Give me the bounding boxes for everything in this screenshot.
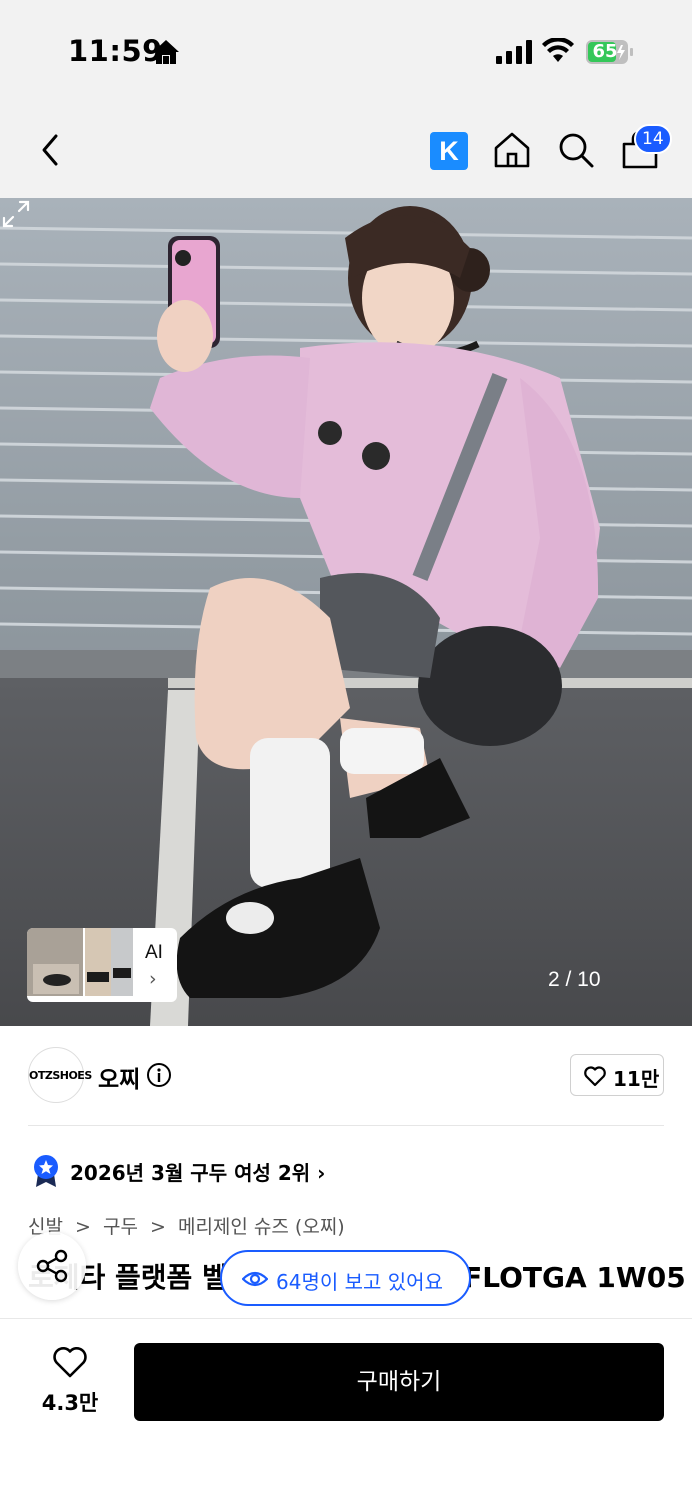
- chevron-right-icon: ›: [149, 968, 157, 990]
- ai-styling-thumbnail[interactable]: AI ›: [27, 928, 177, 1002]
- ranking-text: 2026년 3월 구두 여성 2위 ›: [70, 1161, 326, 1185]
- signal-icon: [496, 40, 532, 64]
- home-icon[interactable]: [492, 130, 532, 170]
- brand-wish-count: 11만: [613, 1067, 660, 1091]
- share-button[interactable]: [18, 1232, 86, 1300]
- cart-count-badge: 14: [634, 124, 672, 154]
- brand-row: OTZSHOES 오찌 11만: [0, 1026, 692, 1126]
- search-icon[interactable]: [556, 130, 596, 170]
- breadcrumb-separator: >: [150, 1216, 166, 1238]
- eye-icon: [242, 1271, 268, 1287]
- breadcrumb-item-dress-shoes[interactable]: 구두: [103, 1216, 138, 1238]
- info-icon[interactable]: [146, 1062, 172, 1088]
- kakao-k-button[interactable]: K: [430, 132, 468, 170]
- wifi-icon: [542, 38, 574, 62]
- back-arrow-icon[interactable]: [30, 130, 70, 170]
- status-time: 11:59: [68, 34, 163, 68]
- heart-icon: [53, 1347, 87, 1378]
- brand-logo[interactable]: OTZSHOES: [28, 1047, 92, 1103]
- breadcrumb-separator: >: [75, 1216, 91, 1238]
- like-button[interactable]: 4.3만: [30, 1345, 110, 1415]
- ai-thumbnail-image: [27, 928, 133, 996]
- product-image-carousel[interactable]: AI › 2 / 10: [0, 198, 692, 1026]
- live-viewers-badge: 64명이 보고 있어요: [220, 1250, 471, 1306]
- brand-wish-button[interactable]: 11만: [570, 1054, 664, 1096]
- product-photo: [0, 198, 692, 1026]
- image-page-indicator: 2 / 10: [548, 968, 601, 991]
- breadcrumb: 신발 > 구두 > 메리제인 슈즈 (오찌): [28, 1212, 351, 1239]
- heart-icon: [584, 1066, 606, 1087]
- app-header: K 14: [0, 100, 692, 198]
- ranking-medal-icon: [34, 1155, 58, 1187]
- home-status-icon: [153, 40, 179, 64]
- divider: [28, 1125, 664, 1126]
- battery-level: 65: [592, 41, 618, 62]
- ai-label: AI: [145, 942, 163, 963]
- bottom-action-bar: 4.3만 구매하기: [0, 1318, 692, 1500]
- brand-name[interactable]: 오찌: [98, 1060, 140, 1094]
- status-bar: 11:59 65: [0, 0, 692, 100]
- like-count: 4.3만: [41, 1391, 99, 1415]
- viewers-text: 64명이 보고 있어요: [276, 1270, 443, 1294]
- breadcrumb-item-maryjane[interactable]: 메리제인 슈즈 (오찌): [178, 1216, 345, 1238]
- share-icon: [36, 1249, 68, 1283]
- buy-button[interactable]: 구매하기: [134, 1343, 664, 1421]
- expand-icon[interactable]: [0, 198, 32, 230]
